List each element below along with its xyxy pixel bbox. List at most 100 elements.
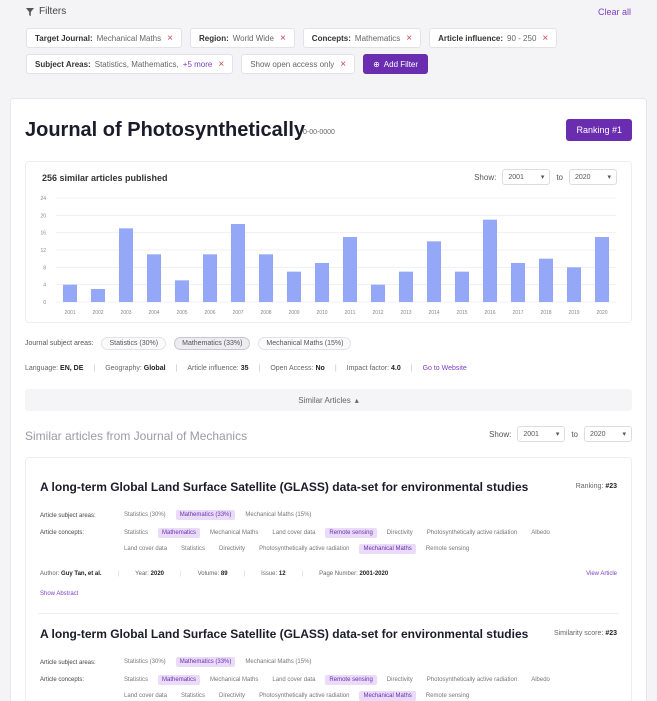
add-filter-label: Add Filter: [383, 59, 419, 69]
author-meta: Author: Guy Tan, et al.: [40, 571, 102, 577]
filter-chip-region[interactable]: Region: World Wide ×: [189, 28, 295, 48]
filter-chip-concepts[interactable]: Concepts: Mathematics ×: [302, 28, 422, 48]
chip-value: Mechanical Maths: [96, 33, 162, 43]
concept-tag: Land cover data: [272, 677, 316, 683]
to-label: to: [571, 429, 578, 439]
journal-issn: 0-00-0000: [303, 129, 335, 136]
x-tick-label: 2001: [64, 310, 75, 316]
chart-bar-2002[interactable]: [91, 289, 105, 302]
chart-bar-2012[interactable]: [371, 284, 385, 302]
view-article-link[interactable]: View Article: [586, 571, 617, 577]
filter-chip-subject-areas[interactable]: Subject Areas: Statistics, Mathematics, …: [26, 54, 234, 74]
article-subject-label: Article subject areas:: [40, 660, 96, 666]
funnel-icon: [26, 7, 34, 16]
chart-bar-2011[interactable]: [343, 237, 357, 302]
chart-bar-2015[interactable]: [455, 271, 469, 302]
similar-articles-label: Similar Articles: [298, 395, 351, 405]
articles-chart: 256 similar articles published Show: 200…: [25, 161, 632, 323]
subject-tag[interactable]: Mathematics (33%): [174, 337, 251, 350]
subject-tag: Mathematics (33%): [175, 510, 236, 520]
open-access-meta: Open Access: No: [270, 365, 325, 372]
article-concept-tags: Statistics Mathematics Mechanical Maths …: [120, 675, 580, 701]
chart-bar-2014[interactable]: [427, 241, 441, 302]
ranking-button[interactable]: Ranking #1: [566, 119, 632, 141]
to-year-select[interactable]: 2020 ▾: [584, 426, 632, 442]
y-tick-label: 4: [43, 283, 46, 289]
filters-heading: Filters: [26, 6, 66, 17]
close-icon[interactable]: ×: [167, 33, 173, 44]
x-tick-label: 2017: [512, 310, 523, 316]
clear-all-link[interactable]: Clear all: [598, 7, 631, 17]
chart-bar-2019[interactable]: [567, 267, 581, 302]
journal-title: Journal of Photosynthetically: [25, 119, 306, 141]
chart-bar-2001[interactable]: [63, 284, 77, 302]
concept-tag: Remote sensing: [425, 693, 470, 699]
volume-meta: Volume: 89: [197, 571, 228, 577]
article-title[interactable]: A long-term Global Land Surface Satellit…: [40, 480, 528, 494]
chart-bar-2013[interactable]: [399, 271, 413, 302]
plus-icon: ⊕: [373, 59, 380, 69]
x-tick-label: 2018: [540, 310, 551, 316]
chart-bar-2003[interactable]: [119, 228, 133, 302]
close-icon[interactable]: ×: [280, 33, 286, 44]
to-year-select[interactable]: 2020 ▾: [569, 169, 617, 185]
from-year-select[interactable]: 2001 ▾: [517, 426, 566, 442]
chevron-down-icon: ▾: [540, 174, 545, 181]
impact-meta: Impact factor: 4.0: [346, 365, 401, 372]
chart-bar-2010[interactable]: [315, 263, 329, 302]
chip-value: World Wide: [232, 33, 274, 43]
article-title[interactable]: A long-term Global Land Surface Satellit…: [40, 627, 528, 641]
chart-bar-2007[interactable]: [231, 224, 245, 302]
chip-label: Target Journal:: [35, 33, 93, 43]
subject-tag: Statistics (30%): [124, 659, 166, 665]
chart-bar-2018[interactable]: [539, 258, 553, 302]
concept-tag: Land cover data: [124, 546, 168, 552]
chart-bar-2005[interactable]: [175, 280, 189, 302]
show-abstract-link[interactable]: Show Abstract: [40, 591, 78, 597]
x-tick-label: 2016: [484, 310, 495, 316]
subject-tag: Statistics (30%): [124, 512, 166, 518]
concept-tag: Statistics: [181, 546, 206, 552]
filter-chips-row-1: Target Journal: Mechanical Maths × Regio…: [26, 28, 558, 48]
pages-meta: Page Number: 2001-2020: [319, 571, 389, 577]
chart-bar-2016[interactable]: [483, 219, 497, 302]
chip-label: Subject Areas:: [35, 59, 91, 69]
x-tick-label: 2012: [372, 310, 383, 316]
chart-bar-2017[interactable]: [511, 263, 525, 302]
close-icon[interactable]: ×: [340, 59, 346, 70]
filter-chip-article-influence[interactable]: Article influence: 90 - 250 ×: [429, 28, 558, 48]
journal-subject-areas: Journal subject areas: Statistics (30%) …: [25, 337, 352, 350]
close-icon[interactable]: ×: [406, 33, 412, 44]
x-tick-label: 2006: [204, 310, 215, 316]
filter-chip-open-access[interactable]: Show open access only ×: [241, 54, 356, 74]
subject-tag[interactable]: Mechanical Maths (15%): [258, 337, 352, 350]
x-tick-label: 2013: [400, 310, 411, 316]
chart-bar-2020[interactable]: [595, 237, 609, 302]
more-link[interactable]: +5 more: [183, 60, 213, 69]
subject-tag[interactable]: Statistics (30%): [101, 337, 167, 350]
x-tick-label: 2019: [568, 310, 579, 316]
chart-bar-2006[interactable]: [203, 254, 217, 302]
similar-articles-toggle[interactable]: Similar Articles ▴: [25, 389, 632, 411]
chart-bar-2004[interactable]: [147, 254, 161, 302]
chart-bar-2008[interactable]: [259, 254, 273, 302]
x-tick-label: 2009: [288, 310, 299, 316]
concept-tag: Photosynthetically active radiation: [259, 693, 350, 699]
x-tick-label: 2005: [176, 310, 187, 316]
from-year-select[interactable]: 2001 ▾: [502, 169, 551, 185]
website-link[interactable]: Go to Website: [423, 365, 467, 372]
concept-tag: Mathematics: [158, 675, 201, 685]
y-tick-label: 16: [40, 231, 46, 237]
y-tick-label: 20: [40, 213, 46, 219]
concept-tag: Directivity: [386, 677, 413, 683]
chart-bar-2009[interactable]: [287, 271, 301, 302]
filters-label: Filters: [39, 6, 67, 17]
close-icon[interactable]: ×: [218, 59, 224, 70]
concept-tag: Albedo: [531, 530, 550, 536]
x-tick-label: 2010: [316, 310, 327, 316]
article-meta: Author: Guy Tan, et al. | Year: 2020 | V…: [40, 571, 389, 577]
close-icon[interactable]: ×: [542, 33, 548, 44]
add-filter-button[interactable]: ⊕ Add Filter: [363, 54, 429, 74]
concept-tag: Remote sensing: [325, 528, 377, 538]
filter-chip-target-journal[interactable]: Target Journal: Mechanical Maths ×: [26, 28, 182, 48]
